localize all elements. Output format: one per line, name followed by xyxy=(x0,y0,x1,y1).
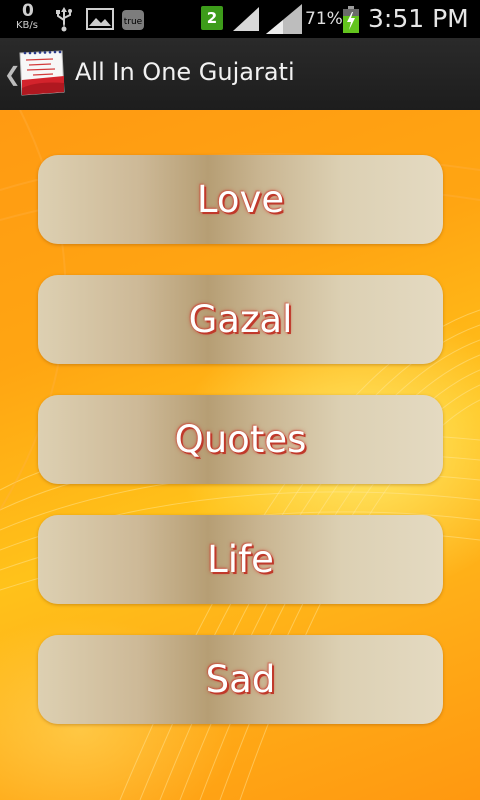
signal-icon xyxy=(232,6,260,36)
battery-charging-icon xyxy=(342,6,360,38)
net-speed-unit: KB/s xyxy=(16,20,38,31)
gallery-icon xyxy=(86,8,114,34)
true-app-icon: true xyxy=(121,9,145,35)
menu-button-love[interactable]: Love xyxy=(38,155,443,244)
menu-button-gazal[interactable]: Gazal xyxy=(38,275,443,364)
menu-label: Life xyxy=(207,538,274,581)
usb-icon xyxy=(55,6,73,36)
calendar-app-icon[interactable] xyxy=(17,48,67,98)
clock: 3:51 PM xyxy=(368,4,469,33)
true-icon-label: true xyxy=(124,17,143,27)
menu-button-life[interactable]: Life xyxy=(38,515,443,604)
battery-percent: 71% xyxy=(305,9,343,29)
sim-badge: 2 xyxy=(201,6,223,30)
menu-label: Quotes xyxy=(174,418,307,461)
menu-label: Gazal xyxy=(188,298,293,341)
net-speed-value: 0 xyxy=(22,1,34,21)
menu-button-quotes[interactable]: Quotes xyxy=(38,395,443,484)
main-content: Love Gazal Quotes Life Sad xyxy=(0,110,480,800)
menu-label: Love xyxy=(196,178,285,221)
status-bar: 0 KB/s true 2 71% 3:51 PM xyxy=(0,0,480,38)
app-title: All In One Gujarati xyxy=(75,58,295,86)
signal-icon xyxy=(265,3,303,39)
menu-label: Sad xyxy=(205,658,276,701)
menu-button-sad[interactable]: Sad xyxy=(38,635,443,724)
action-bar: ❮ All In One Gujarati xyxy=(0,38,480,112)
